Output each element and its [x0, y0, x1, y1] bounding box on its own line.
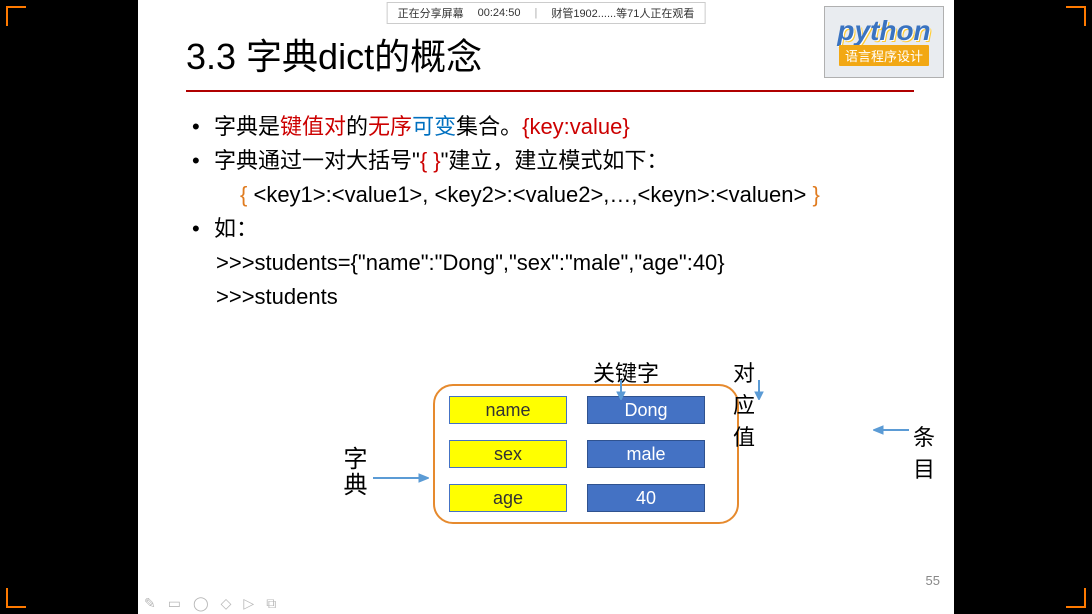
pointer-icon[interactable]: ▷: [243, 595, 254, 612]
dict-key-cell: age: [449, 484, 567, 512]
arrow-value-icon: [753, 380, 765, 400]
logo-main: python: [837, 18, 930, 43]
code-line-1: >>>students={"name":"Dong","sex":"male",…: [188, 246, 914, 280]
bullet-1: 字典是键值对的无序可变集合。{key:value}: [188, 110, 914, 144]
dict-container: name Dong sex male age 40: [433, 384, 739, 524]
frame-corner: [1066, 588, 1086, 608]
python-logo: python 语言程序设计: [824, 6, 944, 78]
label-value: 对应值: [733, 356, 755, 452]
screen-icon[interactable]: ⧉: [266, 595, 276, 612]
arrow-entry-icon: [873, 424, 909, 436]
arrow-dict-icon: [373, 472, 429, 484]
logo-sub: 语言程序设计: [839, 45, 929, 66]
bullet-2: 字典通过一对大括号"{ }"建立，建立模式如下：: [188, 144, 914, 178]
frame-corner: [6, 6, 26, 26]
label-entry: 条目: [913, 420, 935, 484]
slide-area: 正在分享屏幕 00:24:50 | 财管1902......等71人正在观看 p…: [138, 0, 954, 614]
dict-row: sex male: [449, 440, 723, 468]
slide-content: 字典是键值对的无序可变集合。{key:value} 字典通过一对大括号"{ }"…: [138, 92, 954, 315]
frame-corner: [1066, 6, 1086, 26]
dict-row: age 40: [449, 484, 723, 512]
page-number: 55: [926, 573, 940, 588]
slide-header: python 语言程序设计 3.3 字典dict的概念: [138, 0, 954, 92]
eraser-icon[interactable]: ◯: [193, 595, 209, 612]
code-line-2: >>>students: [188, 280, 914, 314]
cursor-icon: ↖: [833, 472, 845, 489]
dict-val-cell: Dong: [587, 396, 705, 424]
annotation-toolbar[interactable]: ✎ ▭ ◯ ◇ ▷ ⧉: [144, 595, 276, 612]
frame-corner: [6, 588, 26, 608]
label-dict: 字典: [335, 446, 370, 498]
title-underline: [186, 90, 914, 92]
dict-val-cell: 40: [587, 484, 705, 512]
arrow-keyword-icon: [615, 380, 627, 400]
clear-icon[interactable]: ◇: [221, 595, 232, 612]
bullet-3: 如：: [188, 212, 914, 246]
dict-diagram: 关键字 对应值 条目 字典 name Dong sex male age 40 …: [433, 384, 739, 524]
dict-val-cell: male: [587, 440, 705, 468]
dict-row: name Dong: [449, 396, 723, 424]
syntax-pattern: { <key1>:<value1>, <key2>:<value2>,…,<ke…: [188, 178, 914, 212]
pen-icon[interactable]: ✎: [144, 595, 156, 612]
dict-key-cell: sex: [449, 440, 567, 468]
rect-icon[interactable]: ▭: [168, 595, 181, 612]
dict-key-cell: name: [449, 396, 567, 424]
